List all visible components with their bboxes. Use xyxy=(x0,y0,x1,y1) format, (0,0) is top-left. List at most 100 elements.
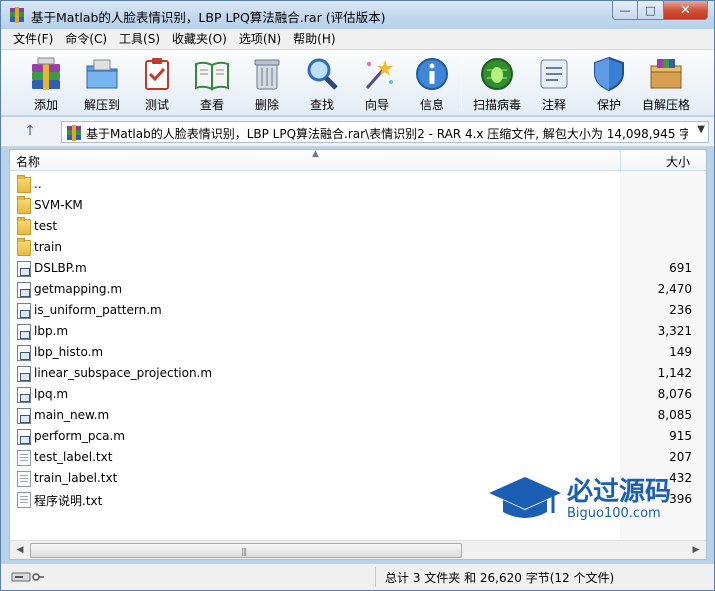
file-name: test_label.txt xyxy=(34,450,113,464)
maximize-button[interactable]: □ xyxy=(638,1,664,20)
file-size: 915 xyxy=(669,429,692,443)
address-bar: ↑ 基于Matlab的人脸表情识别，LBP LPQ算法融合.rar\表情识别2 … xyxy=(1,117,714,147)
arrow-up-icon: ↑ xyxy=(24,123,36,139)
toolbar: 添加 解压到 测试 查看 删除 查找 向导 信息 扫描病毒 注释 保护 自解压格 xyxy=(1,50,714,116)
file-name: lpq.m xyxy=(34,387,69,401)
file-row[interactable]: SVM-KM xyxy=(10,195,706,216)
delete-button[interactable]: 删除 xyxy=(240,54,294,112)
matlab-file-icon xyxy=(17,324,31,340)
scrollbar-thumb[interactable]: ||| xyxy=(30,543,462,558)
menu-file[interactable]: 文件(F) xyxy=(7,29,59,50)
watermark-title: 必过源码 xyxy=(567,477,672,507)
horizontal-scrollbar[interactable]: ◀ ||| ▶ xyxy=(10,540,706,559)
column-header: 名称 ▲ 大小 xyxy=(10,149,706,171)
add-archive-icon xyxy=(32,57,60,90)
folder-icon xyxy=(17,217,31,235)
window-title: 基于Matlab的人脸表情识别，LBP LPQ算法融合.rar (评估版本) xyxy=(31,10,386,25)
chevron-down-icon[interactable]: ▼ xyxy=(697,124,705,135)
file-row[interactable]: linear_subspace_projection.m 1,142 xyxy=(10,363,706,384)
matlab-file-icon xyxy=(17,408,31,424)
menu-tools[interactable]: 工具(S) xyxy=(113,29,166,50)
virus-scan-icon xyxy=(481,58,513,90)
graduation-cap-icon xyxy=(489,477,561,518)
add-button[interactable]: 添加 xyxy=(19,54,73,112)
find-icon xyxy=(307,58,338,90)
title-bar: 基于Matlab的人脸表情识别，LBP LPQ算法融合.rar (评估版本) —… xyxy=(1,1,714,29)
sfx-button[interactable]: 自解压格 xyxy=(639,54,693,112)
file-size: 2,470 xyxy=(657,282,692,296)
file-size: 207 xyxy=(669,450,692,464)
menu-help[interactable]: 帮助(H) xyxy=(287,29,341,50)
protect-icon xyxy=(594,56,624,92)
file-row[interactable]: DSLBP.m 691 xyxy=(10,258,706,279)
wizard-icon xyxy=(365,60,393,89)
file-row[interactable]: perform_pca.m 915 xyxy=(10,426,706,447)
find-button[interactable]: 查找 xyxy=(295,54,349,112)
column-divider[interactable] xyxy=(620,150,621,171)
file-name: 程序说明.txt xyxy=(34,494,103,508)
file-row[interactable]: is_uniform_pattern.m 236 xyxy=(10,300,706,321)
file-name: perform_pca.m xyxy=(34,429,125,443)
up-folder-button[interactable]: ↑ xyxy=(19,123,41,141)
text-file-icon xyxy=(17,450,31,466)
column-name-header[interactable]: 名称 xyxy=(16,153,40,170)
column-size-header[interactable]: 大小 xyxy=(666,153,690,170)
matlab-file-icon xyxy=(17,345,31,361)
file-rows: .. SVM-KM test train DSLBP.m 691 getmapping.m 2… xyxy=(10,174,706,510)
delete-icon xyxy=(254,59,280,90)
folder-icon xyxy=(17,238,31,256)
toolbar-separator xyxy=(461,56,462,110)
file-row[interactable]: test_label.txt 207 xyxy=(10,447,706,468)
watermark-subtitle: Biguo100.com xyxy=(567,506,661,521)
file-name: .. xyxy=(34,177,42,191)
file-name: train xyxy=(34,240,62,254)
sfx-label: 自解压格 xyxy=(641,98,690,112)
menu-commands[interactable]: 命令(C) xyxy=(59,29,113,50)
view-button[interactable]: 查看 xyxy=(185,54,239,112)
file-name: linear_subspace_projection.m xyxy=(34,366,213,380)
minimize-button[interactable]: — xyxy=(612,1,638,20)
file-name: is_uniform_pattern.m xyxy=(34,303,162,317)
file-name: main_new.m xyxy=(34,408,110,422)
file-row[interactable]: main_new.m 8,085 xyxy=(10,405,706,426)
file-size: 236 xyxy=(669,303,692,317)
watermark: 必过源码 Biguo100.com xyxy=(487,469,687,529)
matlab-file-icon xyxy=(17,282,31,298)
protect-button[interactable]: 保护 xyxy=(582,54,636,112)
test-button[interactable]: 测试 xyxy=(130,54,184,112)
file-size: 1,142 xyxy=(657,366,692,380)
menu-options[interactable]: 选项(N) xyxy=(233,29,287,50)
matlab-file-icon xyxy=(17,261,31,277)
scroll-right-icon[interactable]: ▶ xyxy=(688,543,704,558)
file-row[interactable]: lbp_histo.m 149 xyxy=(10,342,706,363)
close-button[interactable]: ✕ xyxy=(664,1,708,20)
file-name: lbp.m xyxy=(34,324,69,338)
rar-archive-icon xyxy=(67,125,81,141)
file-size: 691 xyxy=(669,261,692,275)
comment-button[interactable]: 注释 xyxy=(527,54,581,112)
file-name: getmapping.m xyxy=(34,282,123,296)
winrar-app-icon xyxy=(10,7,24,23)
virus-scan-button[interactable]: 扫描病毒 xyxy=(470,54,524,112)
path-field[interactable]: 基于Matlab的人脸表情识别，LBP LPQ算法融合.rar\表情识别2 - … xyxy=(61,121,709,143)
file-size: 8,085 xyxy=(657,408,692,422)
scroll-left-icon[interactable]: ◀ xyxy=(12,543,28,558)
file-row[interactable]: lpq.m 8,076 xyxy=(10,384,706,405)
file-row[interactable]: getmapping.m 2,470 xyxy=(10,279,706,300)
grip-icon: ||| xyxy=(241,547,247,556)
file-name: test xyxy=(34,219,58,233)
file-row[interactable]: train xyxy=(10,237,706,258)
view-icon xyxy=(195,61,229,91)
folder-icon xyxy=(17,175,31,193)
wizard-button[interactable]: 向导 xyxy=(350,54,404,112)
text-file-icon xyxy=(17,492,31,508)
folder-icon xyxy=(17,196,31,214)
extract-to-button[interactable]: 解压到 xyxy=(75,54,129,112)
file-row[interactable]: test xyxy=(10,216,706,237)
file-name: DSLBP.m xyxy=(34,261,87,275)
matlab-file-icon xyxy=(17,387,31,403)
menu-favorites[interactable]: 收藏夹(O) xyxy=(166,29,233,50)
file-row[interactable]: lbp.m 3,321 xyxy=(10,321,706,342)
info-button[interactable]: 信息 xyxy=(405,54,459,112)
file-row[interactable]: .. xyxy=(10,174,706,195)
